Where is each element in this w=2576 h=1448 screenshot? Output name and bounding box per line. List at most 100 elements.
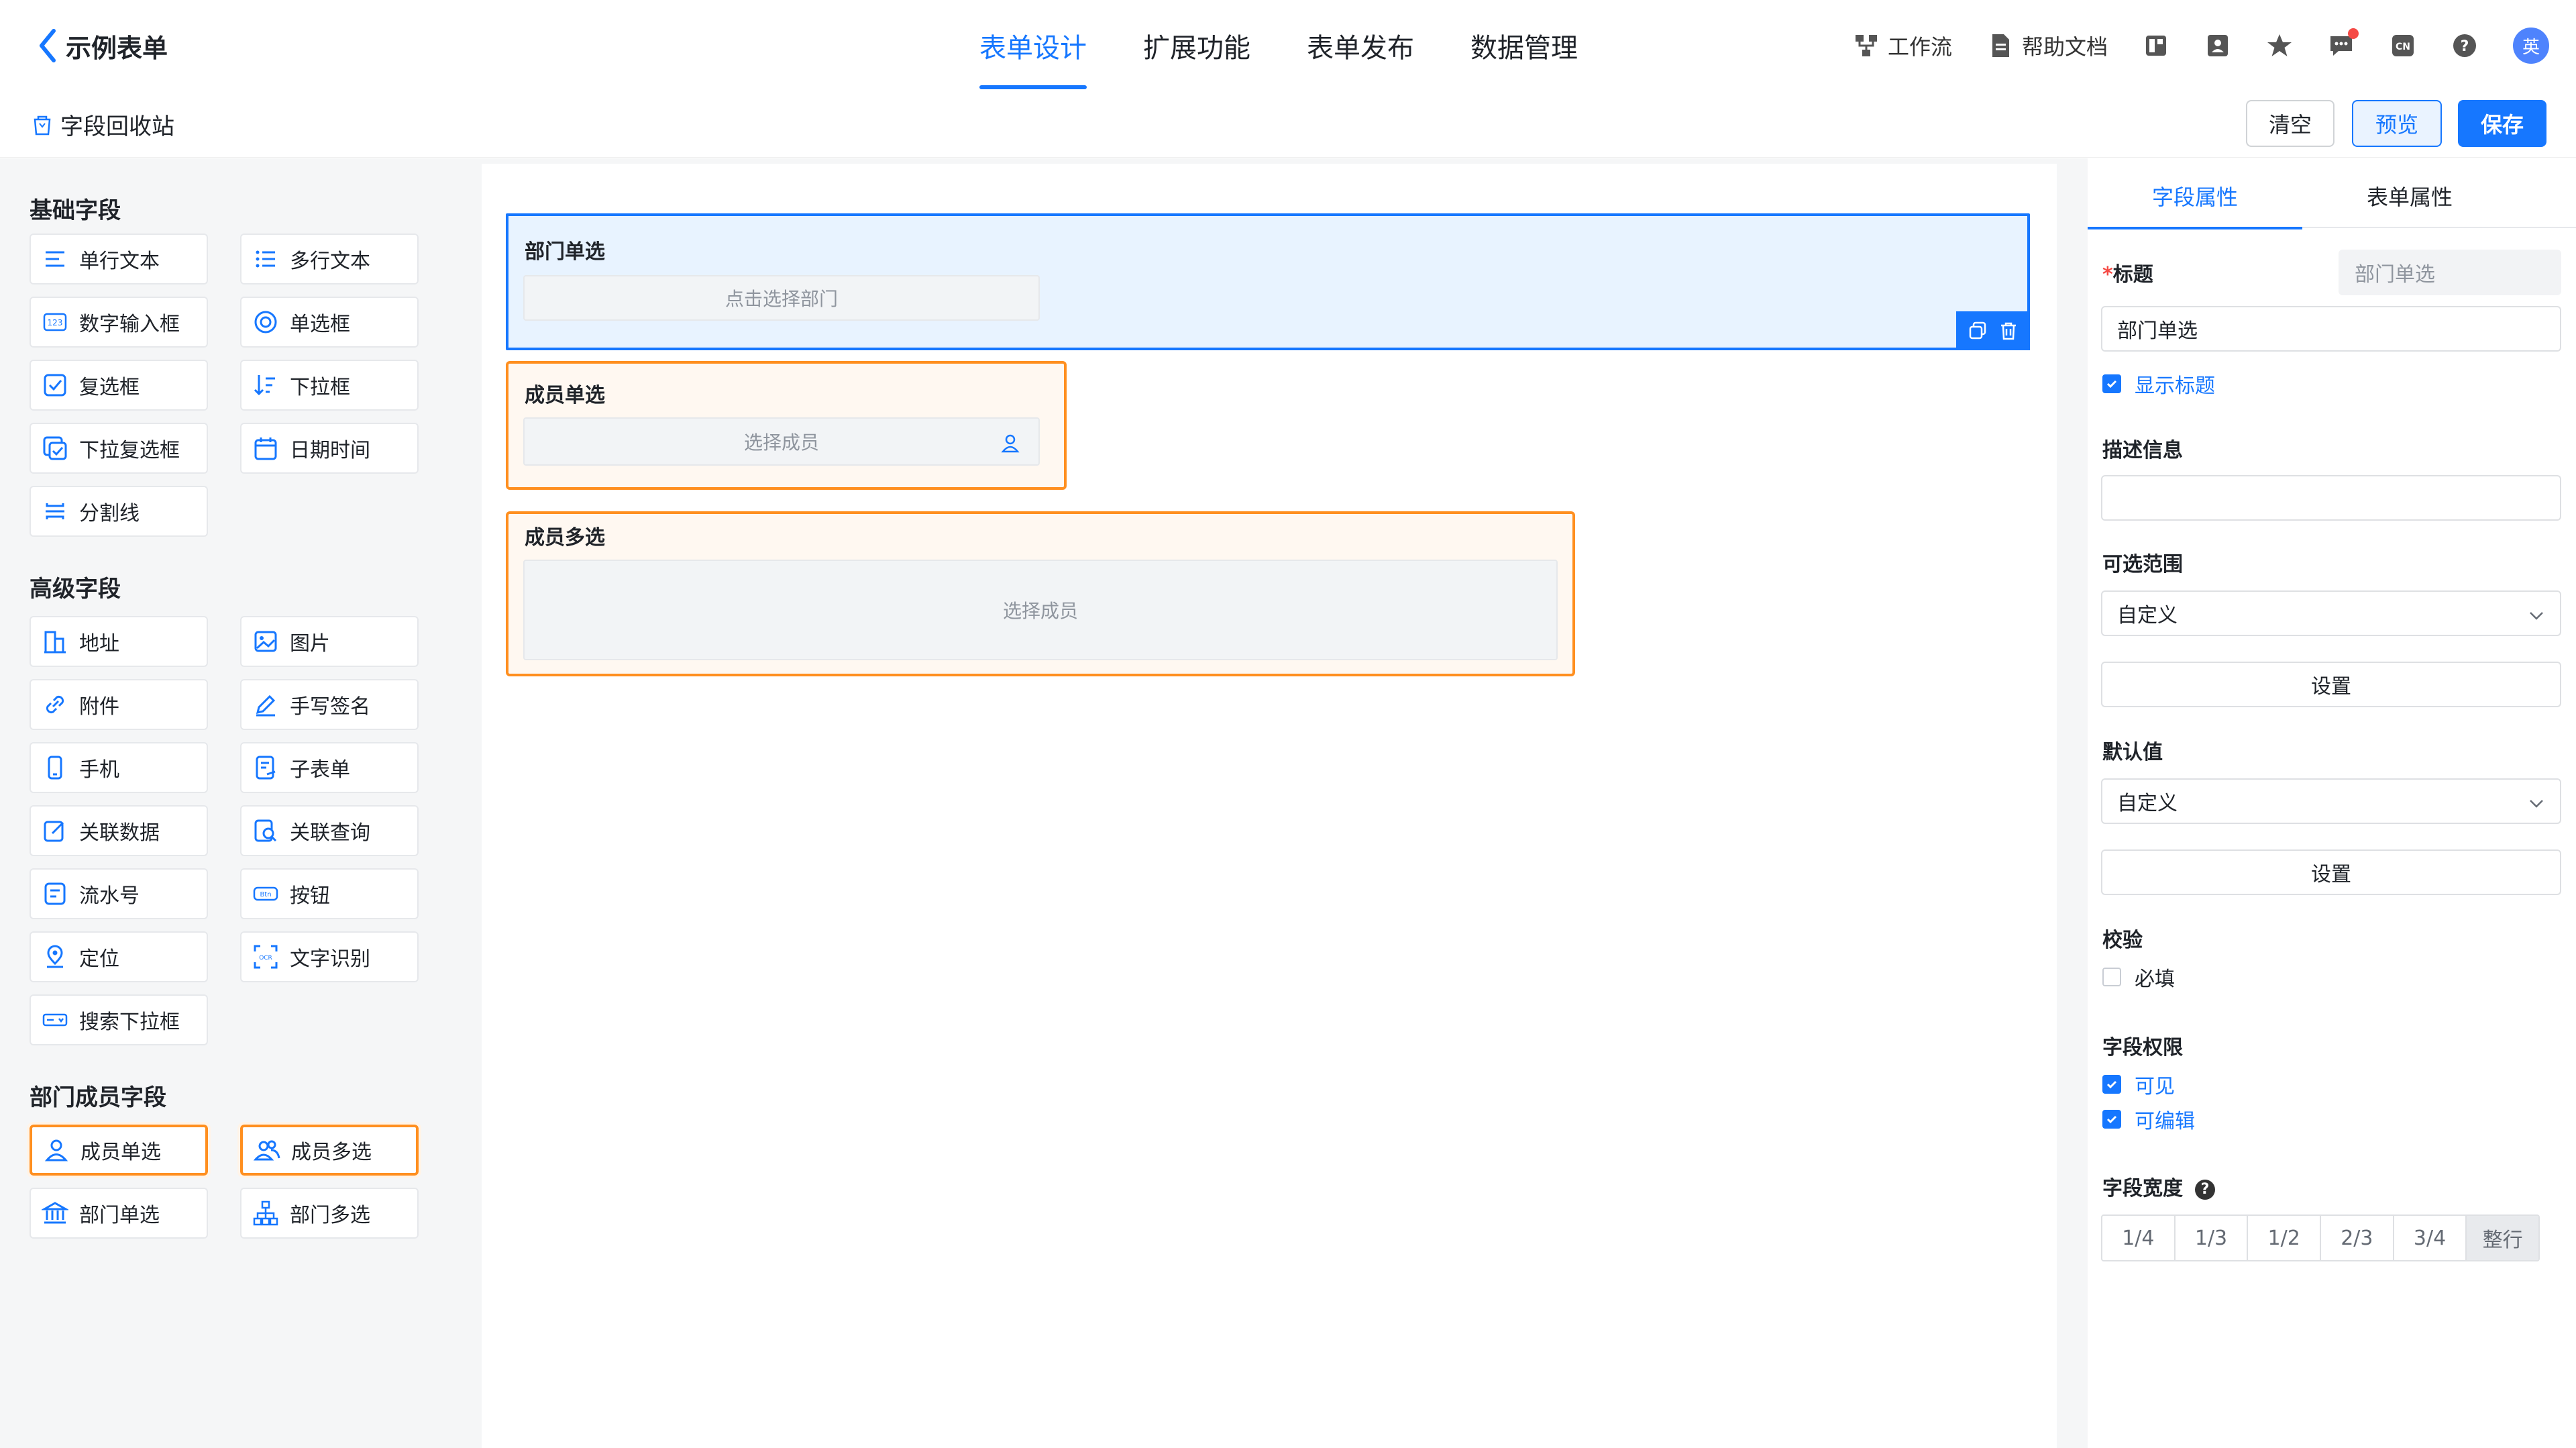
palette-dept-multi[interactable]: 部门多选 — [240, 1188, 419, 1239]
palette-attachment[interactable]: 附件 — [30, 679, 208, 730]
tab-extensions[interactable]: 扩展功能 — [1143, 0, 1250, 91]
palette-image[interactable]: 图片 — [240, 616, 419, 667]
contacts-button[interactable] — [2204, 32, 2231, 59]
svg-text:123: 123 — [48, 318, 63, 327]
tab-form-design[interactable]: 表单设计 — [979, 0, 1087, 91]
save-button[interactable]: 保存 — [2458, 100, 2546, 147]
chevron-down-icon — [2530, 800, 2543, 808]
palette-divider[interactable]: 分割线 — [30, 486, 208, 537]
help-docs-label: 帮助文档 — [2021, 34, 2108, 60]
palette-address[interactable]: 地址 — [30, 616, 208, 667]
palette-datetime[interactable]: 日期时间 — [240, 423, 419, 474]
palette-member-multi[interactable]: 成员多选 — [237, 1122, 421, 1178]
number-icon: 123 — [43, 313, 67, 331]
editable-checkbox[interactable]: 可编辑 — [2102, 1104, 2195, 1134]
palette-member-single[interactable]: 成员单选 — [27, 1122, 211, 1178]
tab-data-management[interactable]: 数据管理 — [1470, 0, 1578, 91]
description-input[interactable] — [2101, 475, 2561, 521]
question-circle-icon: ? — [2453, 34, 2476, 57]
calendar-icon — [254, 437, 277, 460]
palette-location[interactable]: 定位 — [30, 931, 208, 982]
default-select[interactable]: 自定义 — [2101, 778, 2561, 824]
default-settings-button[interactable]: 设置 — [2101, 849, 2561, 895]
palette-dropdown-checkbox[interactable]: 下拉复选框 — [30, 423, 208, 474]
palette-search-dropdown[interactable]: 搜索下拉框 — [30, 994, 208, 1045]
messages-button[interactable] — [2328, 28, 2359, 59]
user-icon — [44, 1139, 68, 1161]
dept-select-input[interactable]: 点击选择部门 — [523, 275, 1040, 321]
help-button[interactable]: ? — [2451, 32, 2478, 59]
bank-icon — [42, 1202, 68, 1224]
divider-icon — [46, 503, 64, 519]
field-title: 部门单选 — [525, 240, 605, 264]
width-option-1-2[interactable]: 1/2 — [2248, 1216, 2322, 1260]
help-icon[interactable]: ? — [2195, 1179, 2215, 1200]
width-option-1-4[interactable]: 1/4 — [2102, 1216, 2176, 1260]
help-docs-button[interactable]: 帮助文档 — [1987, 30, 2108, 61]
width-selector: 1/4 1/3 1/2 2/3 3/4 整行 — [2101, 1214, 2540, 1261]
members-select-input[interactable]: 选择成员 — [523, 560, 1558, 660]
show-title-checkbox[interactable]: 显示标题 — [2102, 369, 2215, 399]
palette-serial-number[interactable]: 流水号 — [30, 868, 208, 919]
delete-icon[interactable] — [1998, 321, 2019, 341]
recycle-bin-icon — [34, 115, 51, 135]
width-option-2-3[interactable]: 2/3 — [2321, 1216, 2394, 1260]
width-option-3-4[interactable]: 3/4 — [2394, 1216, 2467, 1260]
palette-radio[interactable]: 单选框 — [240, 297, 419, 348]
back-button[interactable]: 示例表单 — [34, 25, 168, 66]
member-select-input[interactable]: 选择成员 — [523, 417, 1040, 466]
svg-text:Btn: Btn — [260, 891, 271, 898]
preview-button[interactable]: 预览 — [2352, 100, 2442, 147]
palette-mobile[interactable]: 手机 — [30, 742, 208, 793]
canvas-field-dept-single[interactable]: 部门单选 点击选择部门 — [506, 213, 2030, 350]
field-label: 分割线 — [79, 502, 140, 525]
palette-signature[interactable]: 手写签名 — [240, 679, 419, 730]
canvas-field-member-multi[interactable]: 成员多选 选择成员 — [506, 511, 1575, 676]
clear-button[interactable]: 清空 — [2246, 100, 2334, 147]
document-icon — [1992, 34, 2009, 57]
range-settings-button[interactable]: 设置 — [2101, 662, 2561, 707]
required-mark: * — [2102, 263, 2113, 287]
default-label: 默认值 — [2102, 741, 2163, 764]
required-checkbox[interactable]: 必填 — [2102, 962, 2175, 992]
tab-form-properties[interactable]: 表单属性 — [2302, 164, 2517, 228]
canvas-field-member-single[interactable]: 成员单选 选择成员 — [506, 361, 1067, 490]
palette-multi-line-text[interactable]: 多行文本 — [240, 234, 419, 285]
language-button[interactable]: CN — [2390, 32, 2416, 59]
list-icon — [256, 250, 275, 268]
palette-dept-single[interactable]: 部门单选 — [30, 1188, 208, 1239]
width-option-full[interactable]: 整行 — [2467, 1216, 2539, 1260]
workflow-button[interactable]: 工作流 — [1853, 30, 1952, 61]
width-option-1-3[interactable]: 1/3 — [2176, 1216, 2249, 1260]
palette-related-query[interactable]: 关联查询 — [240, 805, 419, 856]
palette-dropdown[interactable]: 下拉框 — [240, 360, 419, 411]
field-label: 手机 — [79, 758, 119, 782]
palette-single-line-text[interactable]: 单行文本 — [30, 234, 208, 285]
copy-icon[interactable] — [1968, 321, 1988, 341]
layout-button[interactable] — [2143, 32, 2169, 59]
favorites-button[interactable] — [2266, 32, 2293, 59]
palette-number-input[interactable]: 123 数字输入框 — [30, 297, 208, 348]
location-pin-icon — [47, 945, 63, 968]
tab-field-properties[interactable]: 字段属性 — [2088, 164, 2302, 229]
palette-button[interactable]: Btn 按钮 — [240, 868, 419, 919]
required-option-label: 必填 — [2135, 968, 2175, 991]
tab-publish[interactable]: 表单发布 — [1307, 0, 1414, 91]
visible-checkbox[interactable]: 可见 — [2102, 1070, 2175, 1099]
palette-related-data[interactable]: 关联数据 — [30, 805, 208, 856]
palette-ocr[interactable]: OCR 文字识别 — [240, 931, 419, 982]
validation-label: 校验 — [2102, 929, 2143, 952]
range-select[interactable]: 自定义 — [2101, 590, 2561, 636]
palette-subform[interactable]: 子表单 — [240, 742, 419, 793]
building-icon — [44, 631, 66, 654]
form-toolbar: 字段回收站 清空 预览 保存 — [0, 91, 2576, 158]
panel-separator — [2057, 158, 2088, 1448]
palette-checkbox[interactable]: 复选框 — [30, 360, 208, 411]
subform-icon — [256, 756, 276, 780]
link-icon — [46, 695, 64, 714]
sort-down-icon — [254, 375, 275, 396]
search-select-icon — [42, 1013, 68, 1027]
recycle-bin-button[interactable]: 字段回收站 — [31, 108, 174, 141]
title-input[interactable]: 部门单选 — [2101, 306, 2561, 352]
user-avatar-button[interactable]: 英 — [2513, 28, 2549, 64]
